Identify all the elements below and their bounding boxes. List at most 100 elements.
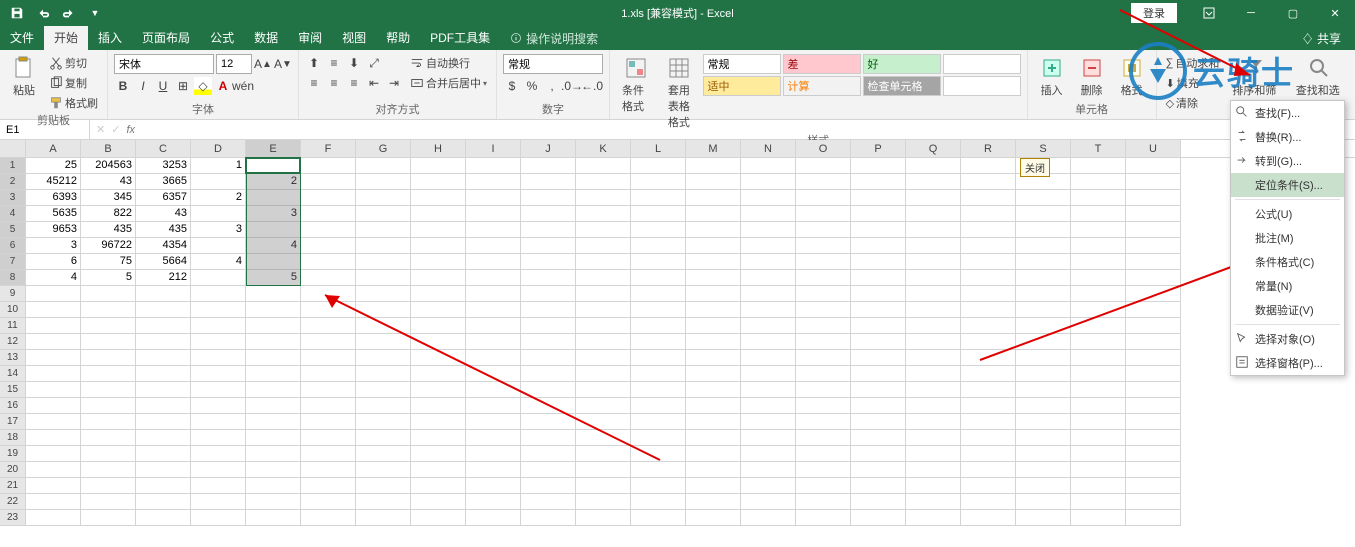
cell[interactable]: 4 bbox=[26, 270, 81, 286]
cell[interactable] bbox=[576, 382, 631, 398]
cell[interactable] bbox=[741, 366, 796, 382]
cell[interactable] bbox=[411, 334, 466, 350]
cell[interactable] bbox=[81, 462, 136, 478]
cell[interactable] bbox=[246, 302, 301, 318]
cell[interactable] bbox=[1016, 414, 1071, 430]
row-header[interactable]: 11 bbox=[0, 318, 26, 334]
cell[interactable]: 2 bbox=[246, 174, 301, 190]
cell[interactable] bbox=[521, 254, 576, 270]
cell[interactable] bbox=[686, 270, 741, 286]
cell[interactable] bbox=[631, 254, 686, 270]
cell[interactable] bbox=[26, 318, 81, 334]
column-header[interactable]: F bbox=[301, 140, 356, 157]
cell[interactable] bbox=[136, 366, 191, 382]
cell[interactable] bbox=[576, 238, 631, 254]
cell[interactable] bbox=[796, 158, 851, 174]
fill-button[interactable]: ⬇ 填充 bbox=[1163, 74, 1223, 92]
cell[interactable] bbox=[246, 414, 301, 430]
cell[interactable] bbox=[631, 414, 686, 430]
autosum-button[interactable]: ∑ 自动求和 bbox=[1163, 54, 1223, 72]
format-painter-button[interactable]: 格式刷 bbox=[46, 94, 101, 112]
cell[interactable] bbox=[851, 254, 906, 270]
cell[interactable] bbox=[26, 446, 81, 462]
cell[interactable] bbox=[906, 206, 961, 222]
tab-data[interactable]: 数据 bbox=[244, 26, 288, 50]
cell[interactable] bbox=[246, 398, 301, 414]
cell[interactable] bbox=[961, 254, 1016, 270]
cell[interactable] bbox=[906, 478, 961, 494]
cell[interactable] bbox=[191, 302, 246, 318]
cell[interactable] bbox=[961, 318, 1016, 334]
merge-center-button[interactable]: 合并后居中▾ bbox=[407, 74, 490, 92]
cell[interactable] bbox=[1126, 286, 1181, 302]
cell[interactable] bbox=[521, 158, 576, 174]
cell[interactable]: 43 bbox=[136, 206, 191, 222]
select-all-corner[interactable] bbox=[0, 140, 26, 157]
cell[interactable] bbox=[1016, 350, 1071, 366]
cell[interactable] bbox=[356, 302, 411, 318]
tab-pdf[interactable]: PDF工具集 bbox=[420, 26, 500, 50]
cell[interactable] bbox=[961, 446, 1016, 462]
cell[interactable] bbox=[741, 158, 796, 174]
row-header[interactable]: 19 bbox=[0, 446, 26, 462]
cell[interactable] bbox=[26, 430, 81, 446]
cell[interactable] bbox=[521, 382, 576, 398]
cell[interactable] bbox=[301, 334, 356, 350]
cell[interactable] bbox=[301, 494, 356, 510]
cell[interactable] bbox=[191, 510, 246, 526]
cell[interactable] bbox=[1071, 398, 1126, 414]
cell[interactable] bbox=[1071, 382, 1126, 398]
style-cell[interactable]: 适中 bbox=[703, 76, 781, 96]
cell[interactable] bbox=[356, 366, 411, 382]
cell[interactable] bbox=[246, 334, 301, 350]
cell[interactable]: 3665 bbox=[136, 174, 191, 190]
row-header[interactable]: 5 bbox=[0, 222, 26, 238]
cell[interactable] bbox=[191, 174, 246, 190]
tab-review[interactable]: 审阅 bbox=[288, 26, 332, 50]
cell[interactable] bbox=[1071, 286, 1126, 302]
cell[interactable] bbox=[741, 318, 796, 334]
cell[interactable] bbox=[521, 286, 576, 302]
cell[interactable]: 1 bbox=[191, 158, 246, 174]
cell[interactable] bbox=[81, 478, 136, 494]
cell[interactable] bbox=[191, 270, 246, 286]
row-header[interactable]: 6 bbox=[0, 238, 26, 254]
cell[interactable] bbox=[576, 350, 631, 366]
share-button[interactable]: ♢ 共享 bbox=[1288, 30, 1355, 47]
cell[interactable] bbox=[191, 382, 246, 398]
cell[interactable] bbox=[906, 270, 961, 286]
column-header[interactable]: I bbox=[466, 140, 521, 157]
cell[interactable] bbox=[521, 366, 576, 382]
cell[interactable] bbox=[521, 462, 576, 478]
cell[interactable] bbox=[851, 446, 906, 462]
cell[interactable]: 3 bbox=[26, 238, 81, 254]
cell[interactable] bbox=[906, 286, 961, 302]
cell[interactable] bbox=[411, 382, 466, 398]
cell[interactable] bbox=[686, 254, 741, 270]
cell[interactable] bbox=[411, 318, 466, 334]
cell[interactable] bbox=[796, 174, 851, 190]
close-tag[interactable]: 关闭 bbox=[1020, 158, 1050, 177]
row-header[interactable]: 2 bbox=[0, 174, 26, 190]
cell[interactable] bbox=[851, 158, 906, 174]
cell[interactable] bbox=[796, 318, 851, 334]
cell[interactable] bbox=[246, 366, 301, 382]
cell[interactable] bbox=[686, 334, 741, 350]
cell[interactable] bbox=[851, 350, 906, 366]
cell[interactable] bbox=[246, 318, 301, 334]
wrap-text-button[interactable]: 自动换行 bbox=[407, 54, 490, 72]
column-header[interactable]: U bbox=[1126, 140, 1181, 157]
cell[interactable] bbox=[301, 382, 356, 398]
cell[interactable] bbox=[576, 334, 631, 350]
column-header[interactable]: M bbox=[686, 140, 741, 157]
accounting-format-button[interactable]: $ bbox=[503, 77, 521, 95]
cell[interactable] bbox=[906, 446, 961, 462]
cell[interactable] bbox=[906, 382, 961, 398]
cell[interactable]: 2 bbox=[191, 190, 246, 206]
cell[interactable] bbox=[1126, 206, 1181, 222]
column-header[interactable]: K bbox=[576, 140, 631, 157]
cell[interactable] bbox=[1126, 414, 1181, 430]
cell-styles-gallery[interactable]: 常规差好适中计算检查单元格 bbox=[703, 54, 1021, 96]
align-right-button[interactable]: ≡ bbox=[345, 74, 363, 92]
cell[interactable] bbox=[521, 414, 576, 430]
